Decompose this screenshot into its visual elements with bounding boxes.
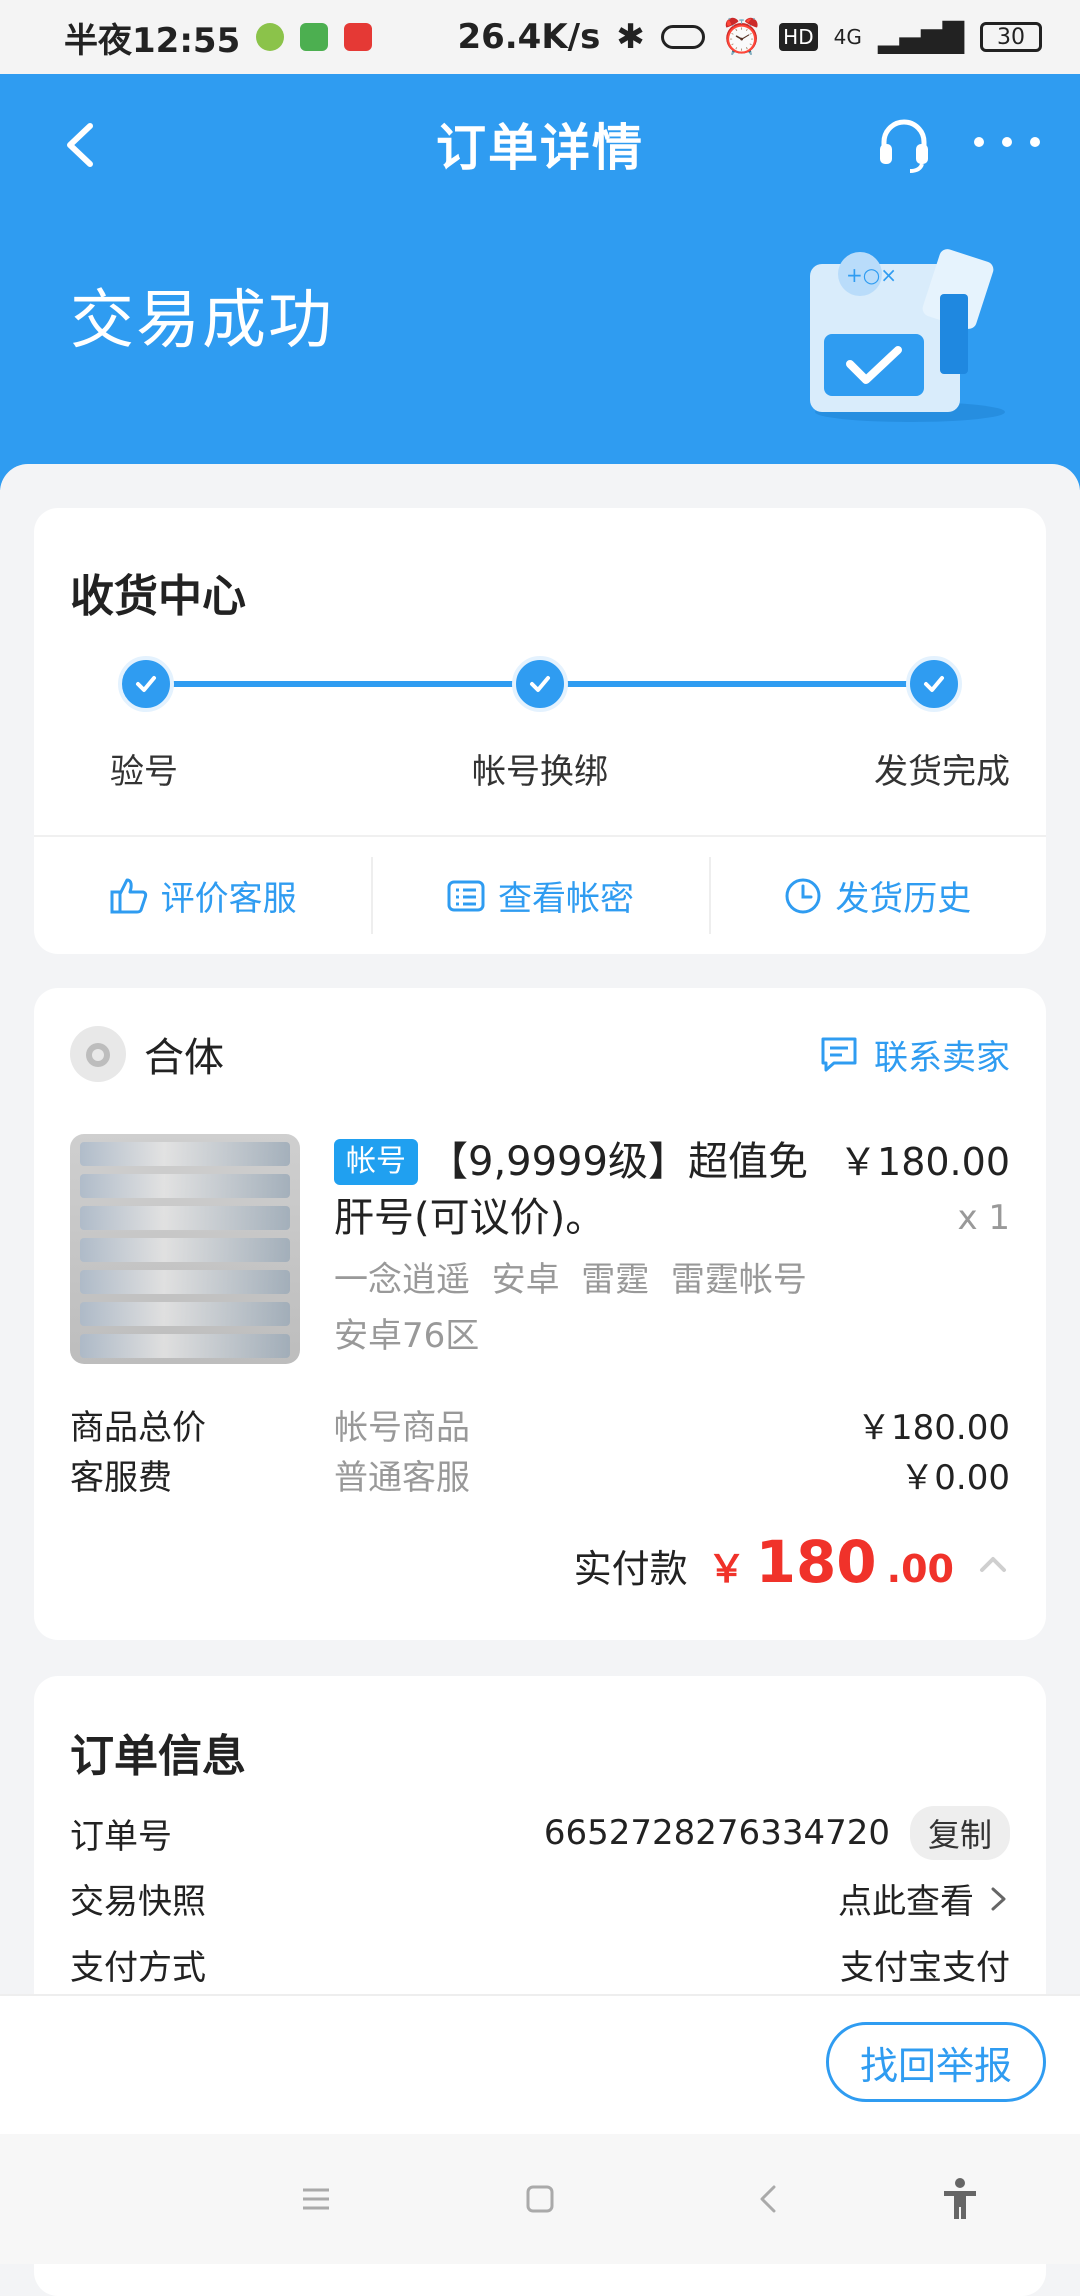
- accessibility-icon[interactable]: [930, 2169, 990, 2229]
- chevron-up-icon[interactable]: [976, 1548, 1010, 1582]
- fee-desc: 普通客服: [334, 1458, 470, 1498]
- alarm-icon: ⏰: [720, 17, 764, 57]
- back-nav-icon[interactable]: [738, 2169, 798, 2229]
- receive-center-title: 收货中心: [70, 571, 246, 622]
- delivery-history-label: 发货历史: [835, 879, 972, 919]
- app-notification-icon: [256, 23, 285, 51]
- fee-value: ￥0.00: [900, 1458, 1010, 1498]
- shop-avatar: [70, 1026, 126, 1082]
- delivery-history-button[interactable]: 发货历史: [708, 837, 1046, 954]
- payment-method-value: 支付宝支付: [840, 1948, 1010, 1988]
- order-number-label: 订单号: [70, 1816, 172, 1857]
- status-time: 半夜12:55: [64, 20, 241, 61]
- more-icon[interactable]: [974, 116, 1040, 168]
- fee-desc: 帐号商品: [334, 1408, 470, 1448]
- rate-service-label: 评价客服: [160, 879, 297, 919]
- paid-integer: 180: [755, 1528, 877, 1596]
- system-nav-bar: [0, 2134, 1080, 2264]
- paid-total[interactable]: 实付款 ￥ 180 .00: [574, 1528, 1010, 1596]
- paid-decimal: .00: [886, 1547, 954, 1591]
- rate-service-button[interactable]: 评价客服: [34, 837, 371, 954]
- status-bar: 半夜12:55 26.4K/s ✱ ⏰ HD 4G ▂▄▆█ 30: [0, 0, 1080, 74]
- toggle-icon: [660, 25, 705, 49]
- page-title: 订单详情: [436, 119, 644, 177]
- step-label: 验号: [110, 752, 178, 792]
- bottom-action-bar: 找回举报: [0, 1994, 1080, 2134]
- paid-currency: ￥: [707, 1547, 746, 1591]
- order-item-card: 合体 联系卖家 帐号 【9,9999级】超值免肝号(可议价)。 ￥180.00 x…: [34, 988, 1046, 1640]
- contact-seller-button[interactable]: 联系卖家: [818, 1030, 1010, 1079]
- top-bar: 订单详情: [0, 74, 1080, 214]
- network-speed: 26.4K/s: [457, 17, 601, 57]
- home-icon[interactable]: [510, 2169, 570, 2229]
- contact-seller-label: 联系卖家: [874, 1037, 1010, 1078]
- step-check-icon: [512, 656, 568, 712]
- shop-info[interactable]: 合体: [70, 1025, 224, 1083]
- thumbs-up-icon: [110, 878, 147, 913]
- svg-text:+○×: +○×: [846, 263, 897, 287]
- shop-name: 合体: [144, 1035, 224, 1081]
- product-price: ￥180.00: [839, 1140, 1010, 1184]
- view-credentials-button[interactable]: 查看帐密: [371, 837, 708, 954]
- report-button[interactable]: 找回举报: [826, 2022, 1046, 2102]
- step-label: 帐号换绑: [472, 752, 608, 792]
- step-check-icon: [906, 656, 962, 712]
- snapshot-row[interactable]: 交易快照 点此查看: [70, 1874, 1010, 1923]
- battery-icon: 30: [980, 22, 1042, 52]
- menu-icon[interactable]: [286, 2169, 346, 2229]
- product-quantity: x 1: [957, 1198, 1010, 1238]
- payment-method-row: 支付方式 支付宝支付: [70, 1940, 1010, 1989]
- step-check-icon: [118, 656, 174, 712]
- fee-row: 客服费 普通客服 ￥0.00: [70, 1450, 1010, 1499]
- progress-track: [110, 656, 970, 712]
- paid-label: 实付款: [573, 1547, 688, 1591]
- battery-level: 30: [997, 24, 1025, 50]
- order-number-row: 订单号 6652728276334720 复制: [70, 1806, 1010, 1860]
- payment-method-label: 支付方式: [70, 1948, 206, 1988]
- view-credentials-label: 查看帐密: [497, 879, 634, 919]
- product-title[interactable]: 帐号 【9,9999级】超值免肝号(可议价)。: [334, 1134, 834, 1246]
- snapshot-link[interactable]: 点此查看: [838, 1874, 974, 1923]
- chat-icon: [821, 1037, 857, 1072]
- fee-label: 客服费: [70, 1458, 172, 1498]
- bluetooth-icon: ✱: [616, 17, 645, 57]
- clock-icon: [785, 878, 821, 913]
- shop-row: 合体 联系卖家: [70, 1024, 1010, 1084]
- action-row: 评价客服 查看帐密 发货历史: [34, 837, 1046, 954]
- success-illustration: +○×: [810, 249, 1005, 422]
- list-icon: [447, 880, 485, 911]
- product-image[interactable]: [70, 1134, 300, 1364]
- back-icon[interactable]: [56, 120, 106, 170]
- product-tag: 帐号: [334, 1139, 418, 1185]
- receive-center-card: 收货中心 验号 帐号换绑 发货完成 评价客服 查看帐密 发货历史: [34, 508, 1046, 954]
- signal-icon: ▂▄▆█: [877, 20, 964, 54]
- hd-icon: HD: [779, 23, 818, 51]
- chevron-right-icon: [991, 1887, 1006, 1910]
- product-region: 安卓76区: [334, 1316, 480, 1356]
- headset-icon[interactable]: [874, 114, 934, 174]
- order-info-title: 订单信息: [70, 1731, 246, 1782]
- product-price-block: ￥180.00 x 1: [839, 1134, 1010, 1246]
- snapshot-label: 交易快照: [70, 1882, 206, 1922]
- fee-value: ￥180.00: [857, 1408, 1010, 1448]
- order-number-value: 6652728276334720: [543, 1813, 890, 1853]
- home-notification-icon: [344, 23, 373, 51]
- fee-label: 商品总价: [70, 1408, 206, 1448]
- order-status: 交易成功: [70, 284, 334, 358]
- copy-button[interactable]: 复制: [909, 1806, 1010, 1860]
- fee-row: 商品总价 帐号商品 ￥180.00: [70, 1400, 1010, 1449]
- header: 订单详情 交易成功 +○×: [0, 74, 1080, 490]
- step-label: 发货完成: [874, 752, 1010, 792]
- message-notification-icon: [300, 23, 329, 51]
- network-type: 4G: [833, 25, 862, 49]
- product-attributes: 一念逍遥 安卓 雷霆 雷霆帐号: [334, 1260, 807, 1300]
